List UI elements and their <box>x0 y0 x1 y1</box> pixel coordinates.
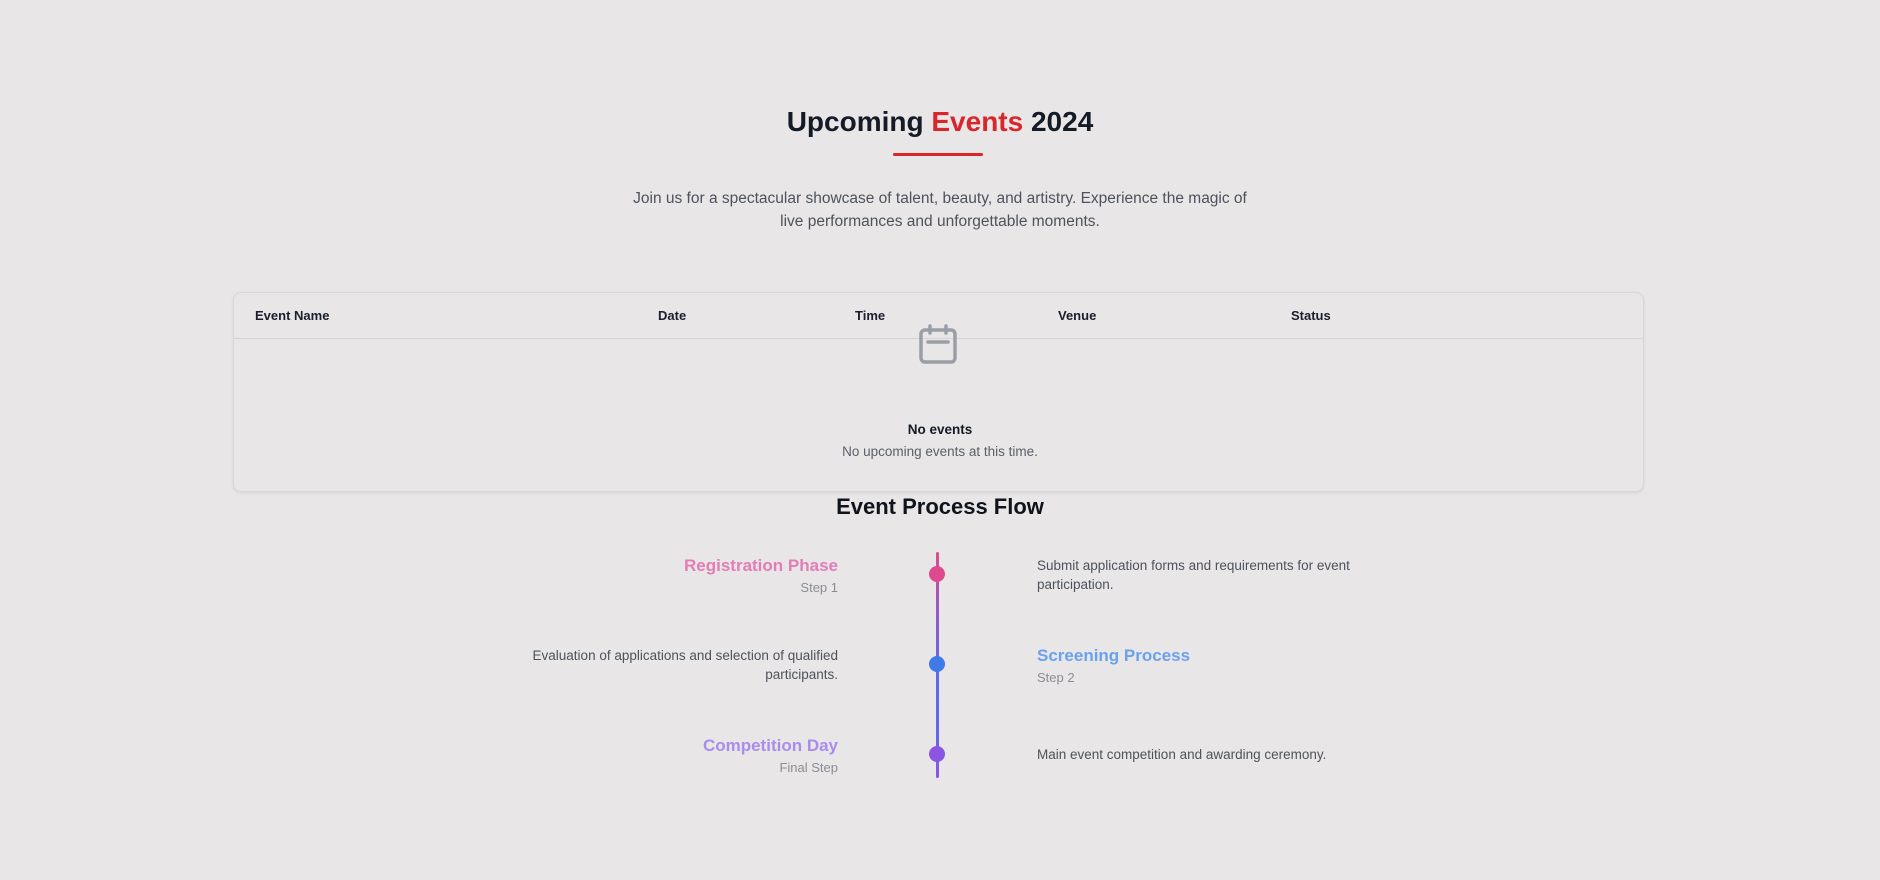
title-underline <box>893 153 983 156</box>
column-header-event-name[interactable]: Event Name <box>255 308 329 323</box>
page-title: Upcoming Events 2024 <box>0 104 1880 140</box>
step-1-label: Step 1 <box>800 580 838 595</box>
title-text-upcoming: Upcoming <box>786 106 932 137</box>
step-3-label: Final Step <box>779 760 838 775</box>
events-table: Event Name Date Time Venue Status <box>233 292 1644 492</box>
step-3-description: Main event competition and awarding cere… <box>1037 747 1327 762</box>
step-2-dot <box>929 656 945 672</box>
title-text-year: 2024 <box>1023 106 1094 137</box>
page: Upcoming Events 2024 Join us for a spect… <box>0 0 1880 880</box>
page-subtitle: Join us for a spectacular showcase of ta… <box>633 190 1247 230</box>
process-flow-title: Event Process Flow <box>836 494 1044 519</box>
column-header-time[interactable]: Time <box>855 308 885 323</box>
empty-state-title: No events <box>907 422 973 437</box>
step-2-description: Evaluation of applications and selection… <box>532 648 838 682</box>
column-header-venue[interactable]: Venue <box>1058 308 1096 323</box>
step-1-dot <box>929 566 945 582</box>
title-text-events: Events <box>931 106 1024 137</box>
step-3-dot <box>929 746 945 762</box>
step-3-title: Competition Day <box>702 736 838 755</box>
calendar-icon <box>919 324 957 364</box>
step-2-label: Step 2 <box>1037 670 1075 685</box>
step-2-title: Screening Process <box>1037 646 1191 665</box>
column-header-date[interactable]: Date <box>658 308 686 323</box>
step-1-description: Submit application forms and requirement… <box>1037 558 1350 592</box>
column-header-status[interactable]: Status <box>1291 308 1331 323</box>
empty-state-description: No upcoming events at this time. <box>842 444 1038 459</box>
step-1-title: Registration Phase <box>684 556 838 575</box>
